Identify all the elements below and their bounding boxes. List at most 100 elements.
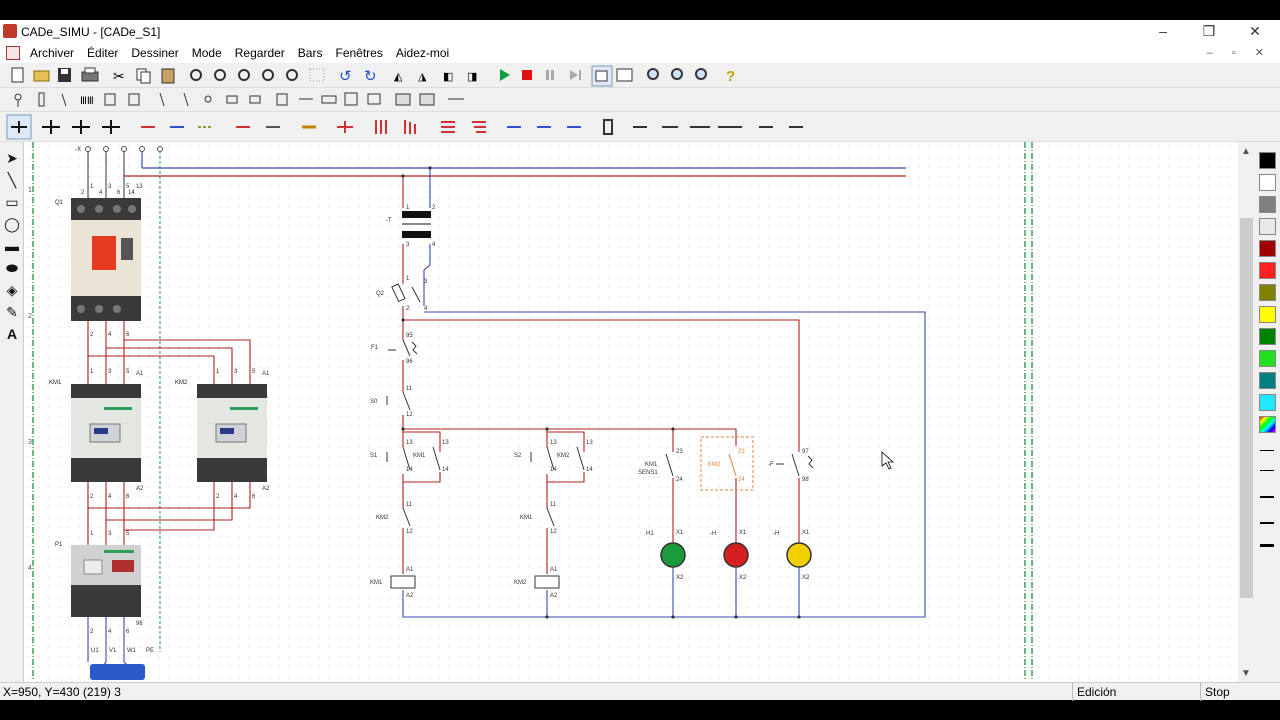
zoom-in-icon[interactable] xyxy=(647,68,659,80)
print-preview-icon[interactable] xyxy=(214,69,226,81)
line-width-3[interactable] xyxy=(1260,496,1274,498)
meter-icon[interactable] xyxy=(344,92,358,106)
color-light-gray[interactable] xyxy=(1259,218,1276,235)
motor-protector-icon[interactable] xyxy=(104,93,116,106)
find-next-icon[interactable] xyxy=(262,69,274,81)
color-teal[interactable] xyxy=(1259,372,1276,389)
flip-vertical-icon[interactable]: ◨ xyxy=(467,71,477,83)
grid-icon[interactable] xyxy=(309,68,325,82)
junction-icon[interactable] xyxy=(337,121,353,133)
copy-icon[interactable] xyxy=(136,68,151,84)
menu-bars[interactable]: Bars xyxy=(298,46,323,60)
select-window-icon[interactable] xyxy=(591,65,613,87)
color-red[interactable] xyxy=(1259,262,1276,279)
zoom-window-icon[interactable] xyxy=(190,69,202,81)
p1-overload-relay[interactable] xyxy=(71,545,141,617)
menu-archiver[interactable]: Archiver xyxy=(30,46,74,60)
transformer-icon[interactable] xyxy=(367,93,381,105)
menu-fenetres[interactable]: Fenêtres xyxy=(335,46,382,60)
scroll-down-icon[interactable]: ▼ xyxy=(1241,668,1251,679)
color-gray[interactable] xyxy=(1259,196,1276,213)
redo-icon[interactable]: ↻ xyxy=(364,68,377,85)
new-file-icon[interactable] xyxy=(11,67,24,83)
color-olive[interactable] xyxy=(1259,284,1276,301)
fuse-icon[interactable] xyxy=(38,92,45,107)
menu-regarder[interactable]: Regarder xyxy=(235,46,285,60)
line-width-5[interactable] xyxy=(1260,544,1274,547)
km2-interlock-contact[interactable] xyxy=(402,507,411,527)
menu-dessiner[interactable]: Dessiner xyxy=(131,46,178,60)
three-wire-icon[interactable] xyxy=(375,120,387,134)
color-dark-red[interactable] xyxy=(1259,240,1276,257)
transformer-t[interactable] xyxy=(402,211,431,238)
scroll-up-icon[interactable]: ▲ xyxy=(1241,146,1251,157)
terminal-block-icon[interactable] xyxy=(603,119,613,135)
flip-horizontal-icon[interactable]: ◧ xyxy=(443,71,453,83)
text-tool-icon[interactable]: A xyxy=(2,326,22,346)
km1-interlock-contact[interactable] xyxy=(546,507,555,527)
rectangle-icon[interactable]: ▭ xyxy=(2,194,22,214)
color-green[interactable] xyxy=(1259,328,1276,345)
pause-icon[interactable] xyxy=(546,70,554,80)
rotate-right-icon[interactable]: ◮ xyxy=(418,71,427,83)
rotate-left-icon[interactable]: ◭ xyxy=(394,71,403,83)
line-width-1[interactable] xyxy=(1260,450,1274,451)
filled-ellipse-icon[interactable]: ⬬ xyxy=(2,260,22,280)
color-custom-icon[interactable] xyxy=(1259,416,1276,433)
pointer-icon[interactable]: ➤ xyxy=(2,150,22,170)
lamp-yellow[interactable] xyxy=(786,542,812,568)
replace-icon[interactable] xyxy=(286,69,298,81)
fill-bucket-icon[interactable]: ◈ xyxy=(2,282,22,302)
minimize-button[interactable]: – xyxy=(1140,20,1186,43)
relay-icon[interactable] xyxy=(128,93,140,106)
color-light-green[interactable] xyxy=(1259,350,1276,367)
menu-editer[interactable]: Éditer xyxy=(87,46,118,60)
restore-button[interactable]: ❐ xyxy=(1186,20,1232,43)
step-icon[interactable] xyxy=(570,70,581,80)
switch-icon[interactable] xyxy=(61,93,67,107)
coil-icon[interactable] xyxy=(226,95,238,104)
zoom-all-icon[interactable] xyxy=(616,68,633,82)
multi-switch-icon[interactable]: ⅢⅢ xyxy=(80,96,94,107)
plc-3d-icon[interactable] xyxy=(419,93,435,106)
km1-self-hold-contact[interactable] xyxy=(432,446,441,471)
lamp-red[interactable] xyxy=(723,542,749,568)
cross-1-icon[interactable] xyxy=(6,114,32,140)
four-wire-icon[interactable] xyxy=(404,120,416,134)
menu-aidez-moi[interactable]: Aidez-moi xyxy=(396,46,449,60)
timer-coil-icon[interactable] xyxy=(249,95,261,104)
color-cyan[interactable] xyxy=(1259,394,1276,411)
save-icon[interactable] xyxy=(58,68,71,82)
line-width-4[interactable] xyxy=(1260,522,1274,524)
cross-3-icon[interactable] xyxy=(72,120,90,134)
resistor-icon[interactable] xyxy=(321,95,337,104)
zoom-fit-icon[interactable] xyxy=(695,68,707,80)
km2-contactor[interactable] xyxy=(197,384,267,482)
color-black[interactable] xyxy=(1259,152,1276,169)
document-icon[interactable] xyxy=(6,46,20,60)
color-yellow[interactable] xyxy=(1259,306,1276,323)
stop-icon[interactable] xyxy=(522,70,532,80)
schematic-canvas[interactable]: 1 2 3 4 -X Q1 1 3 5 13 2 4 6 14 2 4 6 KM… xyxy=(24,142,1238,682)
print-icon[interactable] xyxy=(81,67,99,82)
motor[interactable] xyxy=(90,664,145,680)
pen-icon[interactable]: ✎ xyxy=(2,304,22,324)
open-folder-icon[interactable] xyxy=(33,70,50,82)
terminal-icon[interactable] xyxy=(276,93,288,106)
km2-self-hold-contact[interactable] xyxy=(576,446,585,471)
bus-h-icon[interactable] xyxy=(441,121,455,133)
km1-coil[interactable] xyxy=(390,575,416,589)
close-button[interactable]: ✕ xyxy=(1232,20,1278,43)
f1-contact[interactable] xyxy=(388,339,418,357)
zoom-out-icon[interactable] xyxy=(671,68,683,80)
color-white[interactable] xyxy=(1259,174,1276,191)
button-icon[interactable] xyxy=(204,95,212,103)
line-icon[interactable]: ╲ xyxy=(2,172,22,192)
help-icon[interactable]: ? xyxy=(726,68,735,85)
filled-rectangle-icon[interactable]: ▬ xyxy=(2,238,22,258)
s0-stop-button[interactable] xyxy=(386,391,411,411)
lamp-green[interactable] xyxy=(660,542,686,568)
play-icon[interactable] xyxy=(500,69,510,81)
paste-icon[interactable] xyxy=(161,68,175,84)
find-icon[interactable] xyxy=(238,69,250,81)
